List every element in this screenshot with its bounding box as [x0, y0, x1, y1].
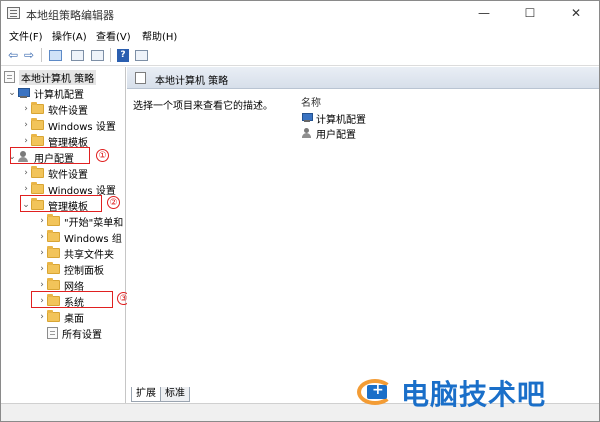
annotation-box-admin-templates: [20, 195, 102, 212]
annotation-number-2: ②: [107, 196, 120, 209]
list-item-user-config[interactable]: 用户配置: [301, 126, 356, 141]
properties-button[interactable]: [69, 47, 85, 63]
policy-doc-icon: [4, 71, 15, 83]
console-tree: 本地计算机 策略 ⌄ 计算机配置 › 软件设置 › Windows 设置 › 管…: [1, 67, 126, 403]
properties-icon: [70, 49, 84, 61]
computer-icon: [17, 87, 30, 99]
show-hide-tree-button[interactable]: [47, 47, 63, 63]
tree-item-label: 桌面: [64, 313, 84, 325]
forward-arrow-icon[interactable]: ⇨: [21, 47, 37, 63]
back-arrow-icon[interactable]: ⇦: [5, 47, 21, 63]
menu-action[interactable]: 操作(A): [52, 28, 87, 43]
folder-icon: [31, 102, 44, 114]
title-bar: 本地组策略编辑器 — ☐ ✕: [1, 1, 599, 26]
menu-view[interactable]: 查看(V): [96, 28, 131, 43]
tree-item-label: 控制面板: [64, 265, 104, 277]
help-button[interactable]: ?: [115, 47, 131, 63]
list-item-label: 计算机配置: [316, 114, 366, 126]
collapsed-chevron-icon[interactable]: ›: [37, 232, 47, 242]
tab-standard[interactable]: 标准: [160, 387, 190, 402]
tree-item-label: Windows 组: [64, 233, 122, 245]
help-icon: ?: [117, 48, 129, 62]
tree-item-label: 计算机配置: [34, 89, 84, 101]
folder-icon: [31, 182, 44, 194]
minimize-button[interactable]: —: [461, 1, 507, 26]
tree-root[interactable]: 本地计算机 策略: [4, 69, 97, 85]
column-header-name[interactable]: 名称: [301, 94, 321, 109]
export-list-button[interactable]: [89, 47, 105, 63]
collapsed-chevron-icon[interactable]: ›: [21, 168, 31, 178]
collapsed-chevron-icon[interactable]: ›: [37, 216, 47, 226]
collapsed-chevron-icon[interactable]: ›: [21, 184, 31, 194]
tree-all-settings[interactable]: 所有设置: [47, 325, 102, 341]
tree-item-label: "开始"菜单和: [64, 217, 124, 229]
collapsed-chevron-icon[interactable]: ›: [37, 248, 47, 258]
computer-icon: [301, 113, 313, 123]
close-button[interactable]: ✕: [553, 1, 599, 26]
tree-control-panel[interactable]: › 控制面板: [37, 261, 104, 277]
user-icon: [301, 127, 313, 139]
watermark-text: 电脑技术吧: [401, 378, 547, 411]
tree-item-label: 所有设置: [62, 329, 102, 341]
tree-computer-config[interactable]: ⌄ 计算机配置: [7, 85, 84, 101]
folder-icon: [31, 134, 44, 146]
window-title: 本地组策略编辑器: [26, 9, 114, 22]
menu-bar: 文件(F) 操作(A) 查看(V) 帮助(H): [1, 26, 599, 44]
tree-user-software[interactable]: › 软件设置: [21, 165, 88, 181]
tree-start-menu[interactable]: › "开始"菜单和: [37, 213, 123, 229]
tree-item-label: 软件设置: [48, 105, 88, 117]
folder-icon: [47, 246, 60, 258]
tree-computer-software[interactable]: › 软件设置: [21, 101, 88, 117]
tree-computer-windows[interactable]: › Windows 设置: [21, 117, 116, 133]
toolbar-separator: [41, 48, 42, 62]
tree-item-label: 共享文件夹: [64, 249, 114, 261]
filter-button[interactable]: [133, 47, 149, 63]
tree-root-label: 本地计算机 策略: [19, 69, 97, 85]
collapsed-chevron-icon[interactable]: ›: [37, 312, 47, 322]
tree-item-label: Windows 设置: [48, 121, 116, 133]
filter-icon: [134, 49, 148, 61]
toolbar: ⇦ ⇨ ?: [1, 44, 599, 66]
tree-item-label: 软件设置: [48, 169, 88, 181]
folder-icon: [47, 230, 60, 242]
list-item-computer-config[interactable]: 计算机配置: [301, 111, 366, 126]
menu-help[interactable]: 帮助(H): [142, 28, 177, 43]
folder-icon: [47, 262, 60, 274]
list-item-label: 用户配置: [316, 129, 356, 141]
folder-icon: [31, 166, 44, 178]
tree-desktop[interactable]: › 桌面: [37, 309, 84, 325]
folder-icon: [47, 278, 60, 290]
group-policy-editor-window: 本地组策略编辑器 — ☐ ✕ 文件(F) 操作(A) 查看(V) 帮助(H) ⇦…: [0, 0, 600, 422]
description-text: 选择一个项目来查看它的描述。: [133, 101, 273, 112]
annotation-box-user-config: [10, 147, 90, 164]
collapsed-chevron-icon[interactable]: ›: [21, 120, 31, 130]
expanded-chevron-icon[interactable]: ⌄: [7, 88, 17, 98]
folder-icon: [47, 214, 60, 226]
folder-icon: [47, 310, 60, 322]
maximize-button[interactable]: ☐: [507, 1, 553, 26]
details-header-title: 本地计算机 策略: [155, 76, 229, 87]
annotation-number-1: ①: [96, 149, 109, 162]
tab-extended[interactable]: 扩展: [131, 387, 161, 402]
tree-windows-components[interactable]: › Windows 组: [37, 229, 122, 245]
details-header: 本地计算机 策略: [127, 67, 599, 89]
collapsed-chevron-icon[interactable]: ›: [21, 136, 31, 146]
collapsed-chevron-icon[interactable]: ›: [21, 104, 31, 114]
watermark: 电脑技术吧: [357, 373, 597, 413]
menu-file[interactable]: 文件(F): [9, 28, 43, 43]
collapsed-chevron-icon[interactable]: ›: [37, 280, 47, 290]
details-pane: 本地计算机 策略 选择一个项目来查看它的描述。 名称 计算机配置 用户配置: [127, 67, 599, 387]
annotation-box-system: [31, 291, 113, 308]
folder-icon: [31, 118, 44, 130]
policy-doc-icon: [135, 72, 146, 84]
tree-shared-folders[interactable]: › 共享文件夹: [37, 245, 114, 261]
app-icon: [7, 7, 20, 19]
export-icon: [90, 49, 104, 61]
watermark-logo-icon: [357, 379, 395, 407]
toolbar-separator: [110, 48, 111, 62]
console-tree-icon: [48, 49, 62, 61]
all-settings-icon: [47, 327, 58, 339]
collapsed-chevron-icon[interactable]: ›: [37, 264, 47, 274]
